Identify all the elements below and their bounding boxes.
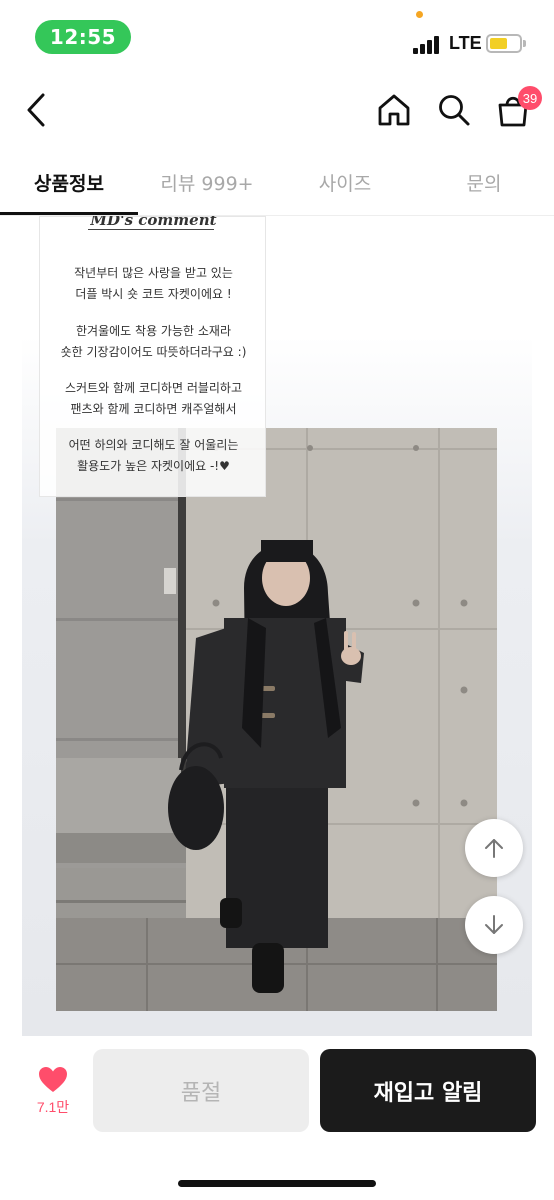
scroll-up-button[interactable] <box>465 819 523 877</box>
signal-icon <box>413 36 443 54</box>
privacy-dot-icon <box>416 11 423 18</box>
arrow-down-icon <box>485 915 503 934</box>
product-detail-content[interactable]: MD's comment 작년부터 많은 사랑을 받고 있는 더플 박시 숏 코… <box>0 216 554 1036</box>
comment-paragraph-4: 어떤 하의와 코디해도 잘 어울리는 활용도가 높은 자켓이에요 -!♥ <box>68 438 239 473</box>
tab-reviews[interactable]: 리뷰 999+ <box>138 150 276 214</box>
back-button[interactable] <box>16 88 56 132</box>
tab-product-info[interactable]: 상품정보 <box>0 150 138 214</box>
network-label: LTE <box>449 33 482 53</box>
home-button[interactable] <box>372 88 416 132</box>
home-indicator[interactable] <box>178 1180 376 1187</box>
back-chevron-icon <box>27 93 45 127</box>
active-tab-indicator <box>0 212 138 215</box>
title-underline <box>88 229 214 230</box>
bottom-action-bar: 7.1만 품절 재입고 알림 <box>0 1036 554 1200</box>
search-icon <box>439 95 470 126</box>
tab-size[interactable]: 사이즈 <box>276 150 414 214</box>
comment-paragraph-3: 스커트와 함께 코디하면 러블리하고 팬츠와 함께 코디하면 캐주얼해서 <box>64 381 243 416</box>
battery-icon <box>486 34 526 53</box>
product-photo <box>56 428 497 1011</box>
status-bar: 12:55 LTE <box>0 0 554 74</box>
md-comment-card: MD's comment 작년부터 많은 사랑을 받고 있는 더플 박시 숏 코… <box>39 216 266 497</box>
home-icon <box>378 94 410 126</box>
tab-inquiry[interactable]: 문의 <box>414 150 554 214</box>
status-time: 12:55 <box>35 20 131 54</box>
restock-alert-button[interactable]: 재입고 알림 <box>320 1049 536 1132</box>
like-count: 7.1만 <box>36 1099 70 1115</box>
comment-paragraph-1: 작년부터 많은 사랑을 받고 있는 더플 박시 숏 코트 자켓이에요 ! <box>74 266 233 301</box>
scroll-down-button[interactable] <box>465 896 523 954</box>
md-comment-title: MD's comment <box>90 216 217 229</box>
product-tabs: 상품정보 리뷰 999+ 사이즈 문의 <box>0 150 554 216</box>
like-button[interactable]: 7.1만 <box>30 1066 76 1126</box>
soldout-button[interactable]: 품절 <box>93 1049 309 1132</box>
arrow-up-icon <box>485 839 503 858</box>
product-detail-screen: 12:55 LTE 39 상품정보 리뷰 999+ 사이즈 문의 MD's co… <box>0 0 554 1200</box>
comment-paragraph-2: 한겨울에도 착용 가능한 소재라 숏한 기장감이어도 따뜻하더라구요 :) <box>60 324 247 359</box>
search-button[interactable] <box>432 88 476 132</box>
nav-bar <box>0 74 554 150</box>
cart-count-badge: 39 <box>518 86 542 110</box>
heart-icon <box>39 1067 67 1092</box>
